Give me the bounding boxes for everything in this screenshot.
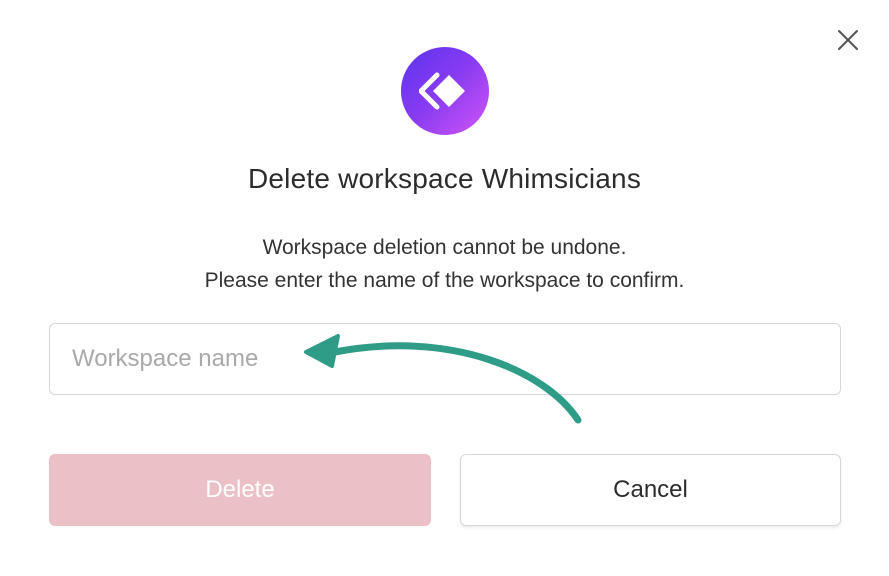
workspace-logo [401, 47, 489, 135]
dialog-description: Workspace deletion cannot be undone. Ple… [0, 231, 889, 297]
delete-button[interactable]: Delete [49, 454, 431, 526]
description-line-2: Please enter the name of the workspace t… [204, 269, 685, 292]
close-button[interactable] [834, 26, 862, 54]
close-icon [838, 30, 858, 50]
workspace-name-input[interactable] [49, 323, 841, 395]
workspace-logo-icon [419, 72, 465, 110]
dialog-title: Delete workspace Whimsicians [247, 163, 642, 194]
description-line-1: Workspace deletion cannot be undone. [262, 236, 627, 259]
cancel-button[interactable]: Cancel [460, 454, 841, 526]
delete-workspace-dialog: Delete workspace Whimsicians Workspace d… [0, 0, 889, 576]
